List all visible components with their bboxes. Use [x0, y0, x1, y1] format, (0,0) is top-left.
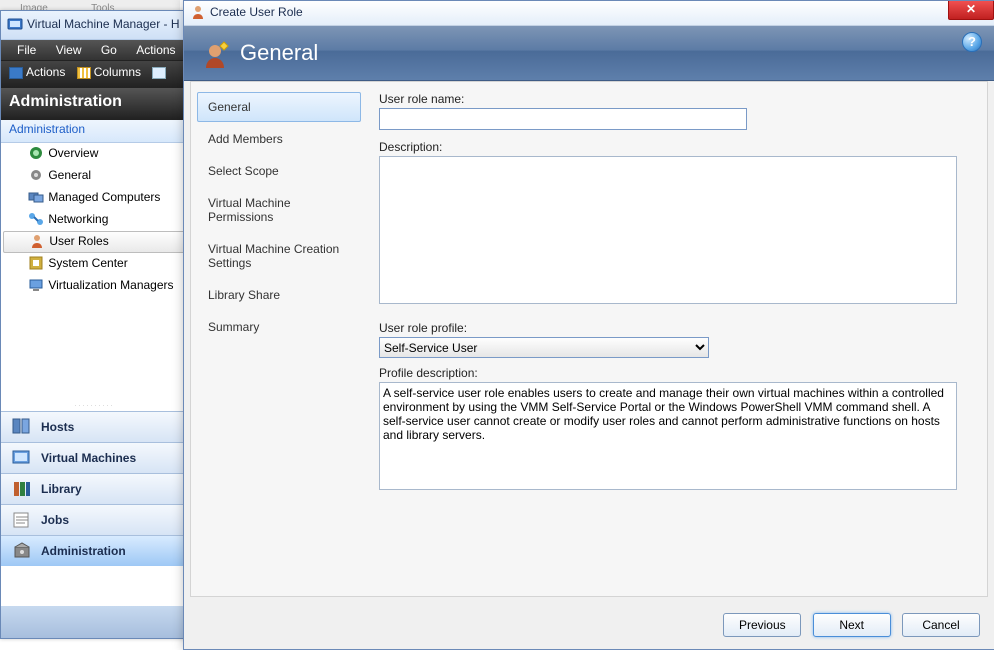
- nav-library[interactable]: Library: [1, 473, 188, 504]
- user-role-name-label: User role name:: [379, 92, 971, 106]
- admin-tree: Overview General Managed Computers Netwo…: [1, 143, 188, 403]
- close-button[interactable]: ✕: [948, 1, 994, 20]
- menu-go[interactable]: Go: [93, 40, 125, 57]
- vmm-window: Virtual Machine Manager - H File View Go…: [0, 10, 189, 639]
- wizard-header-icon: [202, 40, 232, 70]
- menu-file[interactable]: File: [9, 40, 44, 57]
- wizard-steps: General Add Members Select Scope Virtual…: [197, 92, 361, 586]
- dialog-title-text: Create User Role: [210, 5, 303, 19]
- vmm-toolbar: Actions Columns: [1, 61, 188, 88]
- overview-icon: [28, 145, 44, 161]
- administration-icon: [11, 541, 33, 561]
- system-center-icon: [28, 255, 44, 271]
- tree-item-networking[interactable]: Networking: [1, 209, 188, 231]
- tree-item-virtualization-managers[interactable]: Virtualization Managers: [1, 275, 188, 297]
- user-role-profile-label: User role profile:: [379, 321, 971, 335]
- toolbar-columns[interactable]: Columns: [73, 63, 145, 81]
- vmm-title-text: Virtual Machine Manager - H: [27, 17, 180, 31]
- step-select-scope[interactable]: Select Scope: [197, 156, 361, 186]
- previous-button[interactable]: Previous: [723, 613, 801, 637]
- tree-item-overview[interactable]: Overview: [1, 143, 188, 165]
- tree-item-system-center[interactable]: System Center: [1, 253, 188, 275]
- nav-virtual-machines[interactable]: Virtual Machines: [1, 442, 188, 473]
- vmm-menubar: File View Go Actions: [1, 40, 188, 61]
- step-vm-permissions[interactable]: Virtual Machine Permissions: [197, 188, 361, 232]
- nav-hosts[interactable]: Hosts: [1, 411, 188, 442]
- virtualization-managers-icon: [28, 277, 44, 293]
- step-general[interactable]: General: [197, 92, 361, 122]
- vmm-footer: [1, 606, 188, 638]
- menu-actions[interactable]: Actions: [128, 40, 183, 57]
- network-icon: [28, 211, 44, 227]
- step-vm-creation-settings[interactable]: Virtual Machine Creation Settings: [197, 234, 361, 278]
- computers-icon: [28, 189, 44, 205]
- dialog-body: General Add Members Select Scope Virtual…: [190, 81, 988, 597]
- user-role-profile-select[interactable]: Self-Service User: [379, 337, 709, 358]
- admin-header: Administration: [1, 88, 188, 120]
- vmm-titlebar[interactable]: Virtual Machine Manager - H: [1, 11, 188, 40]
- dialog-titlebar[interactable]: Create User Role ✕: [184, 1, 994, 26]
- profile-description-text: A self-service user role enables users t…: [379, 382, 957, 490]
- user-roles-icon: [29, 233, 45, 249]
- dialog-title-icon: [190, 4, 206, 20]
- user-role-name-input[interactable]: [379, 108, 747, 130]
- gear-icon: [28, 167, 44, 183]
- extra-icon: [152, 67, 166, 79]
- admin-sub[interactable]: Administration: [1, 120, 188, 143]
- dialog-header: General ?: [184, 26, 994, 81]
- actions-icon: [9, 67, 23, 79]
- nav-sections: Hosts Virtual Machines Library Jobs Admi…: [1, 411, 188, 566]
- next-button[interactable]: Next: [813, 613, 891, 637]
- menu-view[interactable]: View: [48, 40, 90, 57]
- dialog-header-title: General: [240, 40, 318, 66]
- vmm-app-icon: [7, 16, 23, 32]
- description-textarea[interactable]: [379, 156, 957, 304]
- splitter[interactable]: ··········: [1, 403, 188, 411]
- toolbar-extra[interactable]: [148, 63, 173, 81]
- tree-item-managed-computers[interactable]: Managed Computers: [1, 187, 188, 209]
- library-icon: [11, 479, 33, 499]
- tree-item-user-roles[interactable]: User Roles: [3, 231, 186, 253]
- jobs-icon: [11, 510, 33, 530]
- profile-description-label: Profile description:: [379, 366, 971, 380]
- help-button[interactable]: ?: [962, 32, 982, 52]
- description-label: Description:: [379, 140, 971, 154]
- nav-jobs[interactable]: Jobs: [1, 504, 188, 535]
- vm-icon: [11, 448, 33, 468]
- nav-administration[interactable]: Administration: [1, 535, 188, 566]
- columns-icon: [77, 67, 91, 79]
- general-form: User role name: Description: User role p…: [379, 92, 971, 586]
- hosts-icon: [11, 417, 33, 437]
- step-add-members[interactable]: Add Members: [197, 124, 361, 154]
- step-summary[interactable]: Summary: [197, 312, 361, 342]
- step-library-share[interactable]: Library Share: [197, 280, 361, 310]
- dialog-buttons: Previous Next Cancel: [715, 613, 980, 637]
- tree-item-general[interactable]: General: [1, 165, 188, 187]
- toolbar-actions[interactable]: Actions: [5, 63, 69, 81]
- cancel-button[interactable]: Cancel: [902, 613, 980, 637]
- create-user-role-dialog: Create User Role ✕ General ? General Add…: [183, 0, 994, 650]
